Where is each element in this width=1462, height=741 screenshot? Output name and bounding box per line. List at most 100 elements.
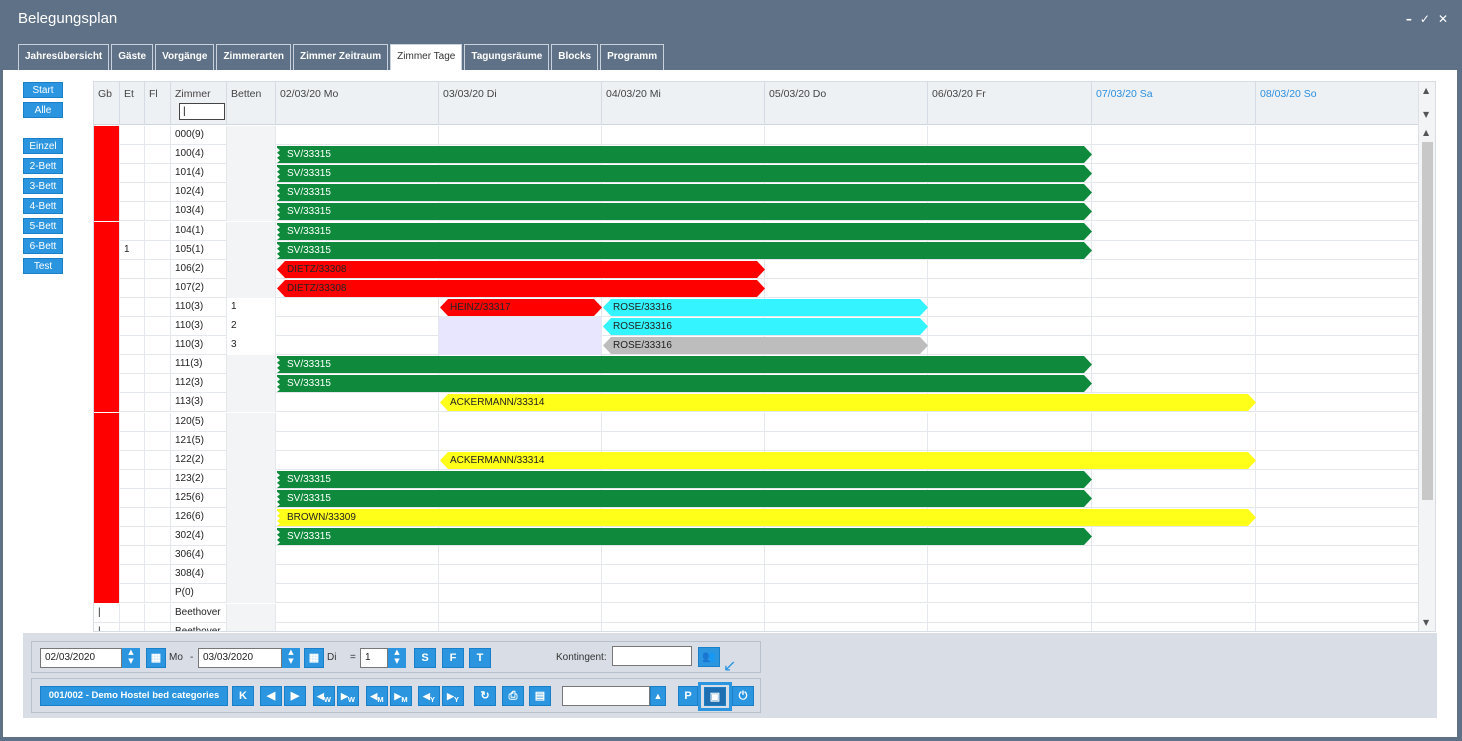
filter-5-bett-button[interactable]: 5-Bett	[23, 218, 63, 234]
alle-button[interactable]: Alle	[23, 102, 63, 118]
day-cell[interactable]	[1092, 623, 1256, 631]
day-cell[interactable]	[1256, 298, 1419, 317]
day-cell[interactable]	[1092, 489, 1256, 508]
day-cell[interactable]	[276, 393, 439, 412]
room-row[interactable]: 123(2) SV/33315	[94, 470, 1419, 489]
date-to-input[interactable]: 03/03/2020	[198, 648, 282, 668]
day-cell[interactable]	[1256, 164, 1419, 183]
day-cell[interactable]	[928, 565, 1092, 584]
booking-bar[interactable]: ROSE/33316	[603, 337, 928, 354]
day-cell[interactable]	[1256, 546, 1419, 565]
day-cell[interactable]	[439, 584, 602, 603]
day-cell[interactable]	[276, 565, 439, 584]
day-cell[interactable]	[439, 432, 602, 451]
day-cell[interactable]	[276, 623, 439, 631]
booking-bar[interactable]: ACKERMANN/33314	[440, 394, 1256, 411]
prev-month-icon[interactable]: ◀M	[366, 686, 388, 706]
prev-day-icon[interactable]: ◀	[260, 686, 282, 706]
day-cell[interactable]	[1092, 565, 1256, 584]
booking-bar[interactable]: SV/33315	[277, 528, 1092, 545]
day-cell[interactable]	[1256, 508, 1419, 527]
day-cell[interactable]	[276, 298, 439, 317]
filter-3-bett-button[interactable]: 3-Bett	[23, 178, 63, 194]
day-cell[interactable]	[1256, 432, 1419, 451]
day-cell[interactable]	[765, 279, 928, 298]
booking-bar[interactable]: SV/33315	[277, 146, 1092, 163]
day-cell[interactable]	[602, 413, 765, 432]
room-row[interactable]: 111(3) SV/33315	[94, 355, 1419, 374]
room-row[interactable]: 100(4) SV/33315	[94, 145, 1419, 164]
room-row[interactable]: 306(4)	[94, 546, 1419, 565]
zimmer-filter-input[interactable]	[179, 103, 225, 120]
room-row[interactable]: 121(5)	[94, 432, 1419, 451]
room-row[interactable]: 1 105(1) SV/33315	[94, 241, 1419, 260]
day-cell[interactable]	[602, 623, 765, 631]
room-row[interactable]: | Beethover	[94, 623, 1419, 631]
day-cell[interactable]	[928, 126, 1092, 145]
booking-bar[interactable]: SV/33315	[277, 242, 1092, 259]
date-from-input[interactable]: 02/03/2020	[40, 648, 122, 668]
booking-bar[interactable]: ROSE/33316	[603, 299, 928, 316]
day-cell[interactable]	[928, 432, 1092, 451]
room-row[interactable]: 302(4) SV/33315	[94, 527, 1419, 546]
room-row[interactable]: 103(4) SV/33315	[94, 202, 1419, 221]
tab-zimmerarten[interactable]: Zimmerarten	[216, 44, 292, 70]
day-cell[interactable]	[602, 565, 765, 584]
day-cell[interactable]	[602, 584, 765, 603]
booking-bar[interactable]: ACKERMANN/33314	[440, 452, 1256, 469]
day-cell[interactable]	[1256, 623, 1419, 631]
tab-vorgaenge[interactable]: Vorgänge	[155, 44, 215, 70]
nights-input[interactable]: 1	[360, 648, 388, 668]
next-year-icon[interactable]: ▶Y	[442, 686, 464, 706]
prev-week-icon[interactable]: ◀W	[313, 686, 335, 706]
day-cell[interactable]	[1092, 222, 1256, 241]
scroll-thumb[interactable]	[1422, 142, 1433, 500]
day-cell[interactable]	[276, 413, 439, 432]
next-month-icon[interactable]: ▶M	[390, 686, 412, 706]
room-row[interactable]: 106(2) DIETZ/33308	[94, 260, 1419, 279]
day-cell[interactable]	[1256, 451, 1419, 470]
s-button[interactable]: S	[414, 648, 436, 668]
booking-bar[interactable]: SV/33315	[277, 165, 1092, 182]
tab-zimmer-zeitraum[interactable]: Zimmer Zeitraum	[293, 44, 389, 70]
day-cell[interactable]	[439, 413, 602, 432]
booking-bar[interactable]: DIETZ/33308	[277, 280, 765, 297]
booking-bar[interactable]: SV/33315	[277, 490, 1092, 507]
restore-icon[interactable]: ✓	[1420, 12, 1430, 26]
grid-scrollbar[interactable]: ▲ ▼ ▲ ▼	[1418, 82, 1435, 631]
booking-bar[interactable]: SV/33315	[277, 203, 1092, 220]
date-from-spinner[interactable]: ▲ ▼	[122, 648, 140, 668]
day-cell[interactable]	[276, 604, 439, 623]
day-cell[interactable]	[1256, 393, 1419, 412]
day-cell[interactable]	[1256, 222, 1419, 241]
day-cell[interactable]	[276, 546, 439, 565]
day-cell[interactable]	[928, 623, 1092, 631]
booking-bar[interactable]: SV/33315	[277, 356, 1092, 373]
day-cell[interactable]	[765, 413, 928, 432]
room-row[interactable]: 101(4) SV/33315	[94, 164, 1419, 183]
day-cell[interactable]	[765, 260, 928, 279]
day-cell[interactable]	[928, 317, 1092, 336]
day-cell[interactable]	[1256, 260, 1419, 279]
room-row[interactable]: 102(4) SV/33315	[94, 183, 1419, 202]
refresh-icon[interactable]: ↻	[474, 686, 496, 706]
filter-4-bett-button[interactable]: 4-Bett	[23, 198, 63, 214]
day-cell[interactable]	[1092, 604, 1256, 623]
scroll-up-small-icon[interactable]: ▲	[1423, 128, 1429, 137]
day-cell[interactable]	[1092, 145, 1256, 164]
day-cell[interactable]	[602, 432, 765, 451]
tab-jahresuebersicht[interactable]: Jahresübersicht	[18, 44, 110, 70]
p-button[interactable]: P	[678, 686, 698, 706]
date-to-spinner[interactable]: ▲ ▼	[282, 648, 300, 668]
day-cell[interactable]	[928, 413, 1092, 432]
day-cell[interactable]	[928, 584, 1092, 603]
room-row[interactable]: 104(1) SV/33315	[94, 222, 1419, 241]
day-cell[interactable]	[1092, 279, 1256, 298]
print-icon[interactable]: ⎙	[502, 686, 524, 706]
day-cell[interactable]	[1256, 202, 1419, 221]
day-cell[interactable]	[1092, 355, 1256, 374]
room-row[interactable]: 110(3) 3 ROSE/33316	[94, 336, 1419, 355]
day-cell[interactable]	[276, 432, 439, 451]
day-cell[interactable]	[928, 546, 1092, 565]
day-cell[interactable]	[1092, 126, 1256, 145]
